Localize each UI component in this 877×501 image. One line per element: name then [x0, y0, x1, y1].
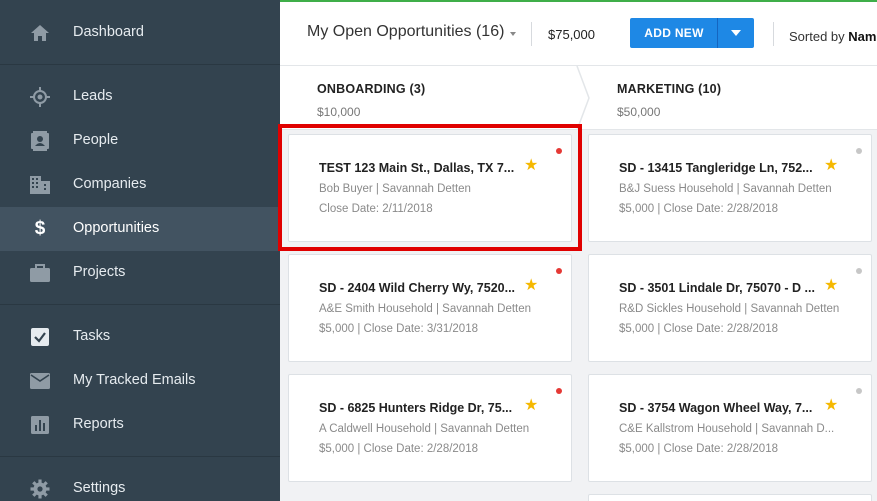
- status-dot: [856, 148, 862, 154]
- card-title: SD - 13415 Tangleridge Ln, 752...: [619, 161, 813, 175]
- opportunity-card[interactable]: SD - 13415 Tangleridge Ln, 752... B&J Su…: [588, 134, 872, 242]
- star-icon[interactable]: ★: [824, 278, 838, 294]
- status-dot: [556, 268, 562, 274]
- pipeline-total: $75,000: [548, 27, 595, 42]
- checkbox-icon: [30, 327, 50, 347]
- opportunity-card[interactable]: SD - 6825 Hunters Ridge Dr, 75... A Cald…: [288, 374, 572, 482]
- add-new-button[interactable]: ADD NEW: [630, 18, 754, 48]
- top-bar: My Open Opportunities (16) $75,000 ADD N…: [280, 0, 877, 66]
- envelope-icon: [30, 371, 50, 391]
- card-contact: A Caldwell Household | Savannah Detten: [319, 423, 530, 435]
- sort-value: Name: [848, 29, 877, 44]
- stage-marketing-amount: $50,000: [617, 105, 661, 119]
- add-new-label: ADD NEW: [644, 26, 704, 40]
- status-dot: [856, 388, 862, 394]
- sort-selector[interactable]: Sorted by Name: [789, 29, 877, 44]
- sidebar-item-people[interactable]: People: [0, 119, 280, 163]
- chevron-down-icon[interactable]: [510, 32, 516, 36]
- stage-marketing-name[interactable]: MARKETING (10): [617, 82, 721, 96]
- stage-onboarding-amount: $10,000: [317, 105, 361, 119]
- card-contact: B&J Suess Household | Savannah Detten: [619, 183, 832, 195]
- card-contact: C&E Kallstrom Household | Savannah D...: [619, 423, 835, 435]
- contact-card-icon: [30, 131, 50, 151]
- opportunity-card[interactable]: SD - 3501 Lindale Dr, 75070 - D ... R&D …: [588, 254, 872, 362]
- sidebar-divider: [0, 456, 280, 457]
- card-contact: A&E Smith Household | Savannah Detten: [319, 303, 532, 315]
- star-icon[interactable]: ★: [824, 158, 838, 174]
- star-icon[interactable]: ★: [524, 278, 538, 294]
- card-title: SD - 6825 Hunters Ridge Dr, 75...: [319, 401, 513, 415]
- sort-prefix: Sorted by: [789, 29, 849, 44]
- card-title: SD - 2404 Wild Cherry Wy, 7520...: [319, 281, 516, 295]
- highlight-box: [278, 124, 582, 251]
- sidebar-item-companies[interactable]: Companies: [0, 163, 280, 207]
- sidebar-item-label: Projects: [73, 264, 126, 280]
- card-value-close-date: $5,000 | Close Date: 2/28/2018: [619, 323, 778, 335]
- home-icon: [30, 23, 50, 43]
- sidebar-item-opportunities[interactable]: $ Opportunities: [0, 207, 280, 251]
- sidebar-item-label: Opportunities: [73, 220, 160, 236]
- card-title: SD - 3501 Lindale Dr, 75070 - D ...: [619, 281, 815, 295]
- sidebar-divider: [0, 304, 280, 305]
- sidebar-item-label: My Tracked Emails: [73, 372, 196, 388]
- divider: [773, 22, 774, 46]
- crosshair-icon: [30, 87, 50, 107]
- sidebar-item-tasks[interactable]: Tasks: [0, 315, 280, 359]
- card-value-close-date: $5,000 | Close Date: 2/28/2018: [619, 203, 778, 215]
- sidebar-item-projects[interactable]: Projects: [0, 251, 280, 295]
- bar-chart-icon: [30, 415, 50, 435]
- card-value-close-date: $5,000 | Close Date: 2/28/2018: [319, 443, 478, 455]
- sidebar-item-reports[interactable]: Reports: [0, 403, 280, 447]
- card-contact: R&D Sickles Household | Savannah Detten: [619, 303, 840, 315]
- sidebar-item-leads[interactable]: Leads: [0, 75, 280, 119]
- status-dot: [556, 388, 562, 394]
- stage-arrow-divider: [576, 66, 590, 130]
- dollar-icon: $: [34, 218, 46, 239]
- sidebar-divider: [0, 64, 280, 65]
- sidebar-item-label: Dashboard: [73, 24, 144, 40]
- card-value-close-date: $5,000 | Close Date: 3/31/2018: [319, 323, 478, 335]
- building-icon: [30, 175, 50, 195]
- stage-onboarding-name[interactable]: ONBOARDING (3): [317, 82, 425, 96]
- sidebar-item-label: Reports: [73, 416, 124, 432]
- card-value-close-date: $5,000 | Close Date: 2/28/2018: [619, 443, 778, 455]
- status-dot: [856, 268, 862, 274]
- opportunity-card[interactable]: [588, 494, 872, 501]
- briefcase-icon: [30, 263, 50, 283]
- sidebar-item-label: Leads: [73, 88, 113, 104]
- sidebar-item-dashboard[interactable]: Dashboard: [0, 11, 280, 55]
- add-new-dropdown-button[interactable]: [718, 18, 754, 48]
- sidebar-item-label: People: [73, 132, 119, 148]
- chevron-down-icon: [731, 30, 741, 36]
- view-selector[interactable]: My Open Opportunities (16): [307, 23, 504, 41]
- star-icon[interactable]: ★: [824, 398, 838, 414]
- sidebar-item-label: Tasks: [73, 328, 111, 344]
- sidebar-item-label: Companies: [73, 176, 147, 192]
- sidebar-item-tracked-emails[interactable]: My Tracked Emails: [0, 359, 280, 403]
- divider: [531, 22, 532, 46]
- opportunity-card[interactable]: SD - 2404 Wild Cherry Wy, 7520... A&E Sm…: [288, 254, 572, 362]
- star-icon[interactable]: ★: [524, 398, 538, 414]
- pipeline-stage-header: ONBOARDING (3) $10,000 MARKETING (10) $5…: [280, 66, 877, 130]
- card-title: SD - 3754 Wagon Wheel Way, 7...: [619, 401, 813, 415]
- sidebar: Dashboard Leads People Companies $ Oppor…: [0, 0, 280, 501]
- gear-icon: [30, 479, 50, 499]
- opportunity-card[interactable]: SD - 3754 Wagon Wheel Way, 7... C&E Kall…: [588, 374, 872, 482]
- sidebar-item-label: Settings: [73, 480, 126, 496]
- sidebar-item-settings[interactable]: Settings: [0, 467, 280, 501]
